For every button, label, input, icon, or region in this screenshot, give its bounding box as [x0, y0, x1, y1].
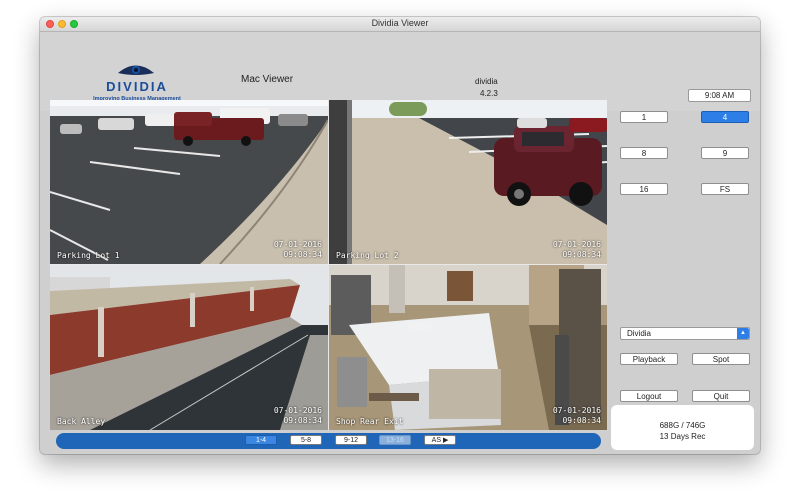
eye-logo-icon — [118, 65, 154, 75]
layout-16-button[interactable]: 16 — [620, 183, 668, 195]
brand-name: DIVIDIA — [106, 79, 168, 94]
recording-retention: 13 Days Rec — [659, 432, 706, 441]
camera-label: Back Alley — [57, 417, 106, 426]
camera-time: 09:08:34 — [562, 250, 601, 259]
camera-tile-2[interactable]: Parking Lot 2 07-01-2016 09:08:34 — [329, 100, 607, 264]
window-title: Dividia Viewer — [371, 18, 429, 28]
logout-button[interactable]: Logout — [620, 390, 678, 402]
camera-date: 07-01-2016 — [273, 406, 322, 415]
storage-usage: 688G / 746G — [659, 421, 706, 430]
page-button-5-8[interactable]: 5-8 — [290, 435, 322, 445]
app-name: dividia — [475, 77, 498, 86]
page-button-9-12[interactable]: 9-12 — [335, 435, 367, 445]
layout-4-button[interactable]: 4 — [701, 111, 749, 123]
camera-timestamp: 07-01-2016 09:08:34 — [553, 240, 601, 260]
camera-tile-1[interactable]: Parking Lot 1 07-01-2016 09:08:34 — [50, 100, 328, 264]
app-version: 4.2.3 — [480, 89, 498, 98]
layout-9-button[interactable]: 9 — [701, 147, 749, 159]
playback-button[interactable]: Playback — [620, 353, 678, 365]
viewer-window: Dividia Viewer DIVIDIA Improving Busines… — [40, 17, 760, 454]
page-button-1-4[interactable]: 1-4 — [245, 435, 277, 445]
camera-grid: Parking Lot 1 07-01-2016 09:08:34 Parkin… — [50, 100, 607, 430]
title-bar[interactable]: Dividia Viewer — [40, 17, 760, 32]
clock-display: 9:08 AM — [688, 89, 751, 102]
spot-button[interactable]: Spot — [692, 353, 750, 365]
camera-timestamp: 07-01-2016 09:08:34 — [274, 240, 322, 260]
fullscreen-button[interactable]: FS — [701, 183, 749, 195]
viewer-label: Mac Viewer — [241, 74, 294, 85]
camera-tile-3[interactable]: Back Alley 07-01-2016 09:08:34 — [50, 265, 328, 430]
quit-button[interactable]: Quit — [692, 390, 750, 402]
camera-time: 09:08:34 — [562, 416, 601, 425]
camera-label: Parking Lot 2 — [336, 251, 399, 260]
auto-sequence-button[interactable]: AS ▶ — [424, 435, 456, 445]
camera-label: Parking Lot 1 — [57, 251, 120, 260]
storage-status: 688G / 746G 13 Days Rec — [611, 405, 754, 450]
camera-time: 09:08:34 — [283, 416, 322, 425]
camera-timestamp: 07-01-2016 09:08:34 — [553, 406, 601, 426]
camera-tile-4[interactable]: Shop Rear Exit 07-01-2016 09:08:34 — [329, 265, 607, 430]
layout-1-button[interactable]: 1 — [620, 111, 668, 123]
camera-date: 07-01-2016 — [273, 240, 322, 249]
select-arrows-icon: ▲ — [737, 328, 749, 339]
camera-time: 09:08:34 — [283, 250, 322, 259]
site-select-value: Dividia — [627, 329, 652, 338]
camera-timestamp: 07-01-2016 09:08:34 — [274, 406, 322, 426]
page-button-13-16[interactable]: 13-16 — [379, 435, 411, 445]
camera-label: Shop Rear Exit — [336, 417, 404, 426]
site-select[interactable]: Dividia ▲ — [620, 327, 750, 340]
camera-page-bar: 1-4 5-8 9-12 13-16 AS ▶ — [56, 433, 601, 449]
camera-date: 07-01-2016 — [552, 240, 601, 249]
camera-date: 07-01-2016 — [552, 406, 601, 415]
layout-8-button[interactable]: 8 — [620, 147, 668, 159]
